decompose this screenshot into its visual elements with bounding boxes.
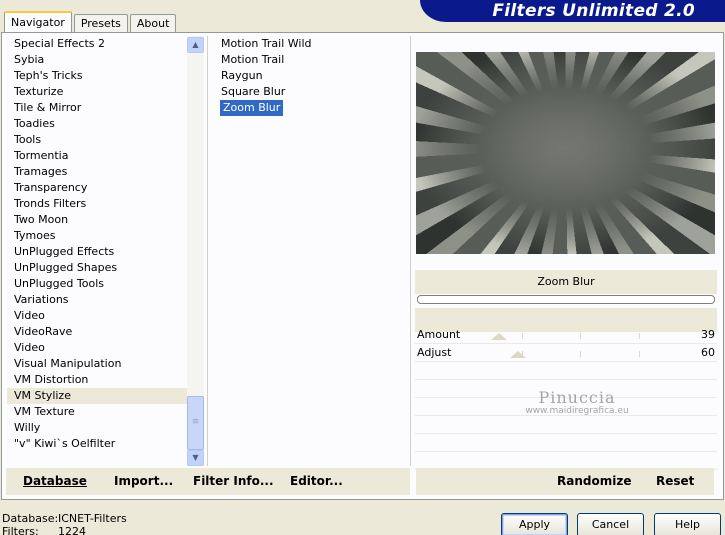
database-button[interactable]: Database: [23, 474, 87, 488]
tab-about[interactable]: About: [129, 14, 177, 32]
filter-item-label: Zoom Blur: [220, 100, 284, 116]
category-item[interactable]: Video: [7, 308, 187, 324]
filter-item-label: Motion Trail Wild: [221, 37, 312, 50]
filter-item[interactable]: Motion Trail Wild: [214, 36, 404, 52]
slider-tick: [638, 333, 640, 339]
divider: [207, 36, 208, 466]
category-item[interactable]: "v" Kiwi`s Oelfilter: [7, 436, 187, 452]
randomize-button[interactable]: Randomize: [557, 474, 631, 488]
category-item[interactable]: Tronds Filters: [7, 196, 187, 212]
divider: [410, 36, 411, 466]
category-item[interactable]: Texturize: [7, 84, 187, 100]
watermark: Pinuccia www.maidiregrafica.eu: [507, 388, 647, 416]
tab-presets[interactable]: Presets: [73, 14, 128, 32]
category-item[interactable]: Teph's Tricks: [7, 68, 187, 84]
watermark-url: www.maidiregrafica.eu: [525, 406, 629, 416]
category-list[interactable]: Special Effects 2 Sybia Teph's Tricks Textu…: [7, 36, 187, 466]
preview-image: [416, 52, 715, 254]
tab-navigator[interactable]: Navigator: [4, 11, 72, 33]
filter-item[interactable]: Zoom Blur: [214, 100, 404, 116]
category-item[interactable]: UnPlugged Effects: [7, 244, 187, 260]
filters-count-value: 1224: [58, 525, 86, 535]
apply-button[interactable]: Apply: [501, 513, 568, 535]
category-item[interactable]: VM Texture: [7, 404, 187, 420]
category-item[interactable]: Tramages: [7, 164, 187, 180]
filter-controls: Zoom Blur Amount 39 Adjust 60: [415, 270, 717, 470]
reset-button[interactable]: Reset: [656, 474, 694, 488]
database-label: Database:: [2, 512, 59, 525]
scroll-up-arrow-icon[interactable]: ▲: [187, 37, 204, 53]
category-item[interactable]: Tile & Mirror: [7, 100, 187, 116]
slider-thumb[interactable]: [510, 351, 527, 358]
category-scrollbar[interactable]: ▲ ≡ ▼: [187, 36, 204, 466]
category-item[interactable]: Willy: [7, 420, 187, 436]
scroll-thumb[interactable]: ≡: [187, 396, 204, 450]
category-item[interactable]: UnPlugged Tools: [7, 276, 187, 292]
param-name: Amount: [417, 328, 461, 341]
cancel-button[interactable]: Cancel: [577, 513, 644, 535]
database-value: ICNET-Filters: [58, 512, 127, 525]
param-row[interactable]: Adjust 60: [415, 344, 717, 362]
category-item[interactable]: Visual Manipulation: [7, 356, 187, 372]
filter-item[interactable]: Square Blur: [214, 84, 404, 100]
filter-info-button[interactable]: Filter Info...: [193, 474, 274, 488]
param-slider[interactable]: [463, 330, 697, 340]
category-item[interactable]: Tymoes: [7, 228, 187, 244]
help-button[interactable]: Help: [654, 513, 721, 535]
empty-param-row: [415, 416, 717, 434]
param-value: 60: [701, 346, 715, 359]
app-title: Filters Unlimited 2.0: [492, 1, 695, 21]
category-item[interactable]: VM Distortion: [7, 372, 187, 388]
slider-tick: [580, 351, 581, 357]
category-item[interactable]: Toadies: [7, 116, 187, 132]
category-item[interactable]: Tools: [7, 132, 187, 148]
slider-tick: [638, 351, 640, 357]
category-item[interactable]: Video: [7, 340, 187, 356]
param-slider[interactable]: [463, 348, 697, 358]
bottom-action-bar-right: Randomize Reset: [416, 468, 714, 495]
category-item[interactable]: Transparency: [7, 180, 187, 196]
filter-item[interactable]: Motion Trail: [214, 52, 404, 68]
param-row[interactable]: Amount 39: [415, 326, 717, 344]
database-info: Database:ICNET-Filters Filters: 1224: [2, 512, 127, 535]
filter-item[interactable]: Raygun: [214, 68, 404, 84]
empty-param-row: [415, 434, 717, 452]
category-item[interactable]: UnPlugged Shapes: [7, 260, 187, 276]
category-item[interactable]: VideoRave: [7, 324, 187, 340]
param-name: Adjust: [417, 346, 452, 359]
scroll-down-arrow-icon[interactable]: ▼: [187, 450, 204, 466]
param-value: 39: [701, 328, 715, 341]
slider-thumb[interactable]: [490, 333, 507, 340]
watermark-title: Pinuccia: [538, 388, 616, 407]
import-button[interactable]: Import...: [114, 474, 173, 488]
filter-list[interactable]: Motion Trail Wild Motion Trail Raygun Squar…: [214, 36, 404, 466]
category-item[interactable]: Sybia: [7, 52, 187, 68]
brand-banner: Filters Unlimited 2.0: [420, 0, 725, 22]
filter-name-label: Zoom Blur: [415, 270, 717, 294]
category-item[interactable]: Two Moon: [7, 212, 187, 228]
filter-item-label: Square Blur: [221, 85, 286, 98]
category-item[interactable]: Tormentia: [7, 148, 187, 164]
category-item[interactable]: Special Effects 2: [7, 36, 187, 52]
filters-count-label: Filters:: [2, 525, 39, 535]
bottom-action-bar: Database Import... Filter Info... Editor…: [6, 468, 410, 495]
progress-bar: [417, 295, 715, 304]
tab-bar: Navigator Presets About: [4, 10, 178, 33]
filter-item-label: Motion Trail: [221, 53, 285, 66]
preview-vignette: [416, 52, 715, 254]
category-item[interactable]: VM Stylize: [7, 388, 187, 404]
category-item[interactable]: Variations: [7, 292, 187, 308]
filter-item-label: Raygun: [221, 69, 263, 82]
slider-tick: [521, 333, 523, 339]
editor-button[interactable]: Editor...: [290, 474, 343, 488]
slider-tick: [580, 333, 581, 339]
empty-param-row: [415, 362, 717, 380]
